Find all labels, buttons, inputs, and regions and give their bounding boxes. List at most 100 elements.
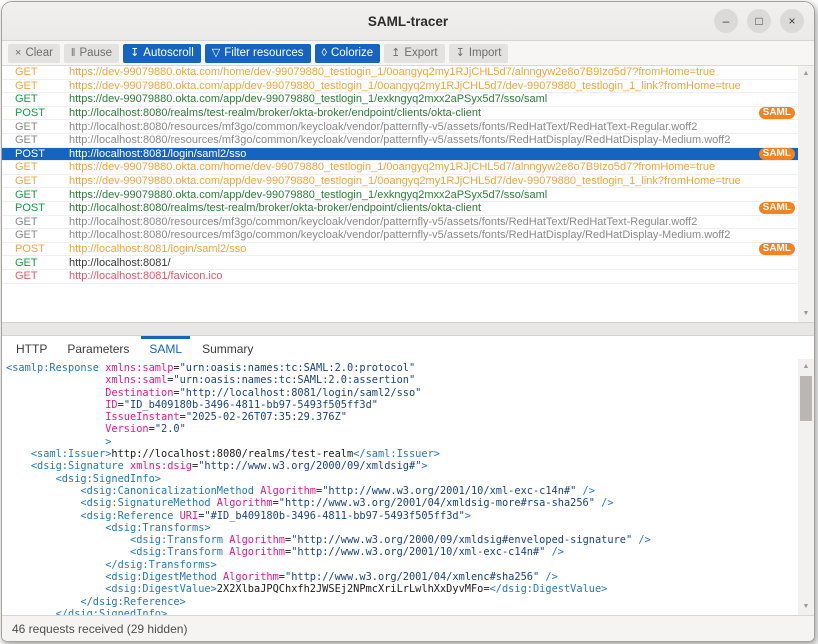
request-url: http://localhost:8080/resources/mf3go/co…: [69, 121, 798, 133]
toolbar-button-label: Export: [404, 47, 437, 59]
xml-line: <dsig:Transforms>: [6, 522, 798, 534]
request-row[interactable]: POSThttp://localhost:8080/realms/test-re…: [2, 107, 798, 121]
xml-line: IssueInstant="2025-02-26T07:35:29.376Z": [6, 411, 798, 423]
request-method: GET: [2, 189, 69, 201]
request-url: https://dev-99079880.okta.com/home/dev-9…: [69, 66, 798, 78]
xml-line: <saml:Issuer>http://localhost:8080/realm…: [6, 448, 798, 460]
xml-line: <dsig:Reference URI="#ID_b409180b-3496-4…: [6, 510, 798, 522]
saml-badge: SAML: [759, 107, 795, 119]
statusbar: 46 requests received (29 hidden): [2, 615, 814, 641]
xml-line: </dsig:SignedInfo>: [6, 608, 798, 615]
xml-line: <samlp:Response xmlns:samlp="urn:oasis:n…: [6, 362, 798, 374]
request-row[interactable]: GEThttp://localhost:8080/resources/mf3go…: [2, 120, 798, 134]
saml-tracer-window: SAML-tracer – □ × ×Clear‖Pause↧Autoscrol…: [1, 1, 815, 642]
toolbar-button-label: Import: [469, 47, 502, 59]
colorize-button[interactable]: ◊ Colorize: [315, 44, 381, 63]
export-button[interactable]: ↥ Export: [384, 44, 444, 63]
filter-icon: ▽: [212, 48, 220, 59]
export-icon: ↥: [391, 48, 400, 59]
clear-button[interactable]: ×Clear: [8, 44, 60, 63]
request-row[interactable]: GEThttps://dev-99079880.okta.com/app/dev…: [2, 188, 798, 202]
minimize-icon: –: [723, 15, 730, 27]
xml-line: ID="ID_b409180b-3496-4811-bb97-5493f505f…: [6, 399, 798, 411]
xml-line: <dsig:Transform Algorithm="http://www.w3…: [6, 534, 798, 546]
xml-scrollbar[interactable]: ▲ ▼: [798, 359, 814, 615]
xml-line: >: [6, 436, 798, 448]
request-method: GET: [2, 80, 69, 92]
request-row[interactable]: POSThttp://localhost:8081/login/saml2/ss…: [2, 243, 798, 257]
pane-splitter[interactable]: [2, 322, 814, 336]
request-url: http://localhost:8080/resources/mf3go/co…: [69, 229, 798, 241]
request-method: GET: [2, 229, 69, 241]
request-url: http://localhost:8080/realms/test-realm/…: [69, 107, 798, 119]
minimize-button[interactable]: –: [714, 9, 738, 33]
request-row[interactable]: GEThttps://dev-99079880.okta.com/home/de…: [2, 66, 798, 80]
request-row[interactable]: GEThttp://localhost:8080/resources/mf3go…: [2, 216, 798, 230]
request-method: GET: [2, 175, 69, 187]
scrollbar-thumb[interactable]: [800, 376, 812, 421]
xml-line: xmlns:saml="urn:oasis:names:tc:SAML:2.0:…: [6, 374, 798, 386]
request-method: GET: [2, 257, 69, 269]
request-row[interactable]: GEThttp://localhost:8080/resources/mf3go…: [2, 134, 798, 148]
xml-line: Version="2.0": [6, 423, 798, 435]
window-controls: – □ ×: [714, 9, 804, 33]
filter-resources-button[interactable]: ▽Filter resources: [205, 44, 311, 63]
request-url: http://localhost:8080/resources/mf3go/co…: [69, 216, 798, 228]
autoscroll-button[interactable]: ↧Autoscroll: [123, 44, 201, 63]
autoscroll-icon: ↧: [130, 48, 139, 59]
import-button[interactable]: ↧Import: [449, 44, 509, 63]
request-row[interactable]: POSThttp://localhost:8080/realms/test-re…: [2, 202, 798, 216]
xml-line: <dsig:DigestMethod Algorithm="http://www…: [6, 571, 798, 583]
request-method: GET: [2, 161, 69, 173]
request-row[interactable]: GEThttp://localhost:8081/: [2, 256, 798, 270]
request-url: https://dev-99079880.okta.com/app/dev-99…: [69, 80, 798, 92]
pause-button[interactable]: ‖Pause: [64, 44, 119, 63]
status-text: 46 requests received (29 hidden): [12, 622, 187, 636]
toolbar-button-label: Colorize: [331, 47, 373, 59]
request-method: GET: [2, 270, 69, 282]
request-row[interactable]: GEThttp://localhost:8081/favicon.ico: [2, 270, 798, 284]
pause-icon: ‖: [71, 48, 76, 59]
request-list-scrollbar[interactable]: ▲ ▼: [798, 66, 814, 322]
request-url: http://localhost:8081/favicon.ico: [69, 270, 798, 282]
request-row[interactable]: GEThttps://dev-99079880.okta.com/app/dev…: [2, 80, 798, 94]
close-icon: ×: [788, 15, 795, 27]
request-method: GET: [2, 66, 69, 78]
request-url: http://localhost:8080/realms/test-realm/…: [69, 202, 798, 214]
toolbar: ×Clear‖Pause↧Autoscroll▽Filter resources…: [2, 41, 814, 66]
tab-saml[interactable]: SAML: [141, 336, 190, 359]
request-method: POST: [2, 148, 69, 160]
request-row[interactable]: GEThttps://dev-99079880.okta.com/app/dev…: [2, 93, 798, 107]
tab-http[interactable]: HTTP: [8, 336, 55, 359]
request-method: GET: [2, 134, 69, 146]
request-list: GEThttps://dev-99079880.okta.com/home/de…: [2, 66, 814, 322]
scroll-down-icon[interactable]: ▼: [798, 600, 814, 614]
request-row[interactable]: GEThttps://dev-99079880.okta.com/home/de…: [2, 161, 798, 175]
request-row[interactable]: POSThttp://localhost:8081/login/saml2/ss…: [2, 148, 798, 162]
tab-parameters[interactable]: Parameters: [59, 336, 137, 359]
request-row[interactable]: GEThttp://localhost:8080/resources/mf3go…: [2, 229, 798, 243]
maximize-button[interactable]: □: [747, 9, 771, 33]
tab-summary[interactable]: Summary: [194, 336, 261, 359]
request-url: http://localhost:8081/: [69, 257, 798, 269]
xml-line: <dsig:DigestValue>2X2XlbaJPQChxfh2JWSEj2…: [6, 583, 798, 595]
request-method: POST: [2, 243, 69, 255]
scroll-up-icon[interactable]: ▲: [798, 67, 814, 81]
xml-line: <dsig:CanonicalizationMethod Algorithm="…: [6, 485, 798, 497]
xml-line: <dsig:SignatureMethod Algorithm="http://…: [6, 497, 798, 509]
request-url: https://dev-99079880.okta.com/home/dev-9…: [69, 161, 798, 173]
colorize-icon: ◊: [322, 48, 327, 59]
saml-detail-pane[interactable]: <samlp:Response xmlns:samlp="urn:oasis:n…: [2, 359, 814, 615]
request-row[interactable]: GEThttps://dev-99079880.okta.com/app/dev…: [2, 175, 798, 189]
scroll-up-icon[interactable]: ▲: [798, 360, 814, 374]
request-method: POST: [2, 107, 69, 119]
scroll-down-icon[interactable]: ▼: [798, 307, 814, 321]
toolbar-button-label: Pause: [79, 47, 112, 59]
close-button[interactable]: ×: [780, 9, 804, 33]
saml-xml-view: <samlp:Response xmlns:samlp="urn:oasis:n…: [2, 359, 798, 615]
maximize-icon: □: [755, 15, 762, 27]
request-url: https://dev-99079880.okta.com/app/dev-99…: [69, 189, 798, 201]
xml-line: </dsig:Transforms>: [6, 559, 798, 571]
request-rows: GEThttps://dev-99079880.okta.com/home/de…: [2, 66, 798, 322]
xml-line: <dsig:Transform Algorithm="http://www.w3…: [6, 546, 798, 558]
